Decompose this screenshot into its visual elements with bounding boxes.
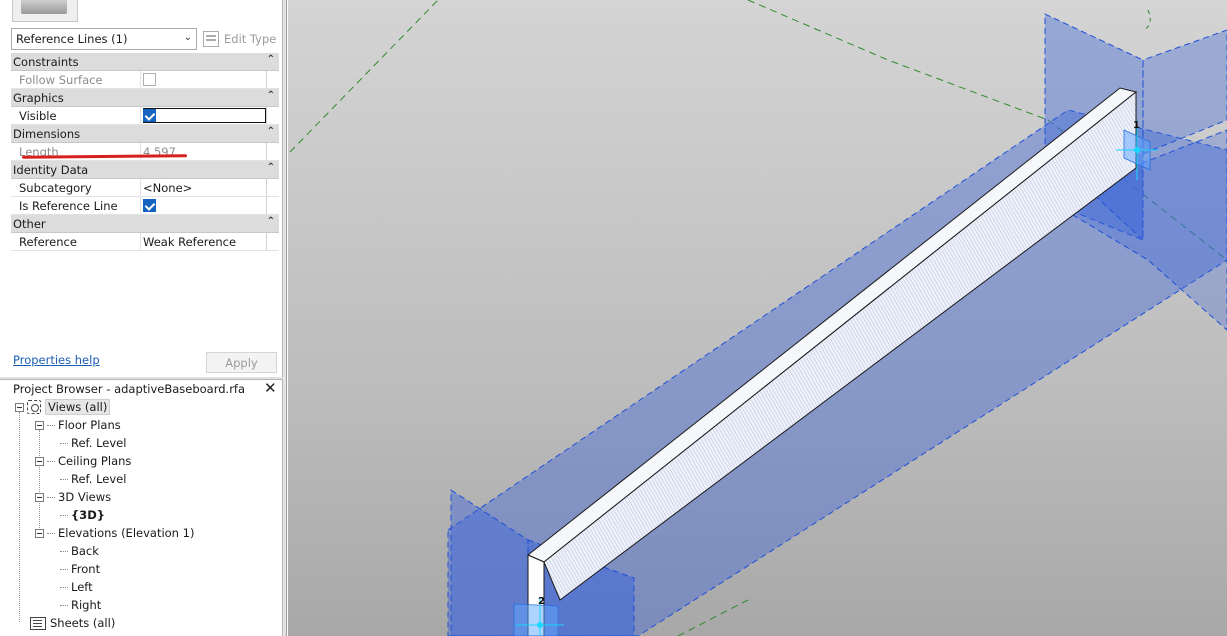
tree-label: 3D Views [58,490,112,504]
follow-surface-checkbox [143,73,156,86]
apply-button[interactable]: Apply [206,352,277,373]
edit-type-label: Edit Type [224,32,277,46]
project-browser-title: Project Browser - adaptiveBaseboard.rfa [13,382,246,396]
views-icon [27,400,41,414]
left-panel: Reference Lines (1) ⌄ Edit Type Constrai… [0,0,283,636]
tree-item-right[interactable]: Right [60,596,101,614]
ref-dash-line [1143,9,1151,31]
collapse-icon[interactable] [35,492,44,502]
prop-row-reference: Reference Weak Reference [11,233,279,251]
reference-value[interactable]: Weak Reference [141,233,267,250]
prop-name: Follow Surface [11,71,141,88]
collapse-icon[interactable]: ⌃ [267,90,275,101]
collapse-icon[interactable]: ⌃ [267,162,275,173]
tree-label: Ref. Level [71,436,127,450]
prop-row-follow-surface: Follow Surface [11,71,279,89]
group-constraints[interactable]: Constraints ⌃ [11,53,279,71]
tree-label: Right [71,598,102,612]
tree-label: {3D} [71,508,105,522]
collapse-icon[interactable] [35,528,44,538]
tree-item-3d[interactable]: {3D} [60,506,105,524]
point-label-1: 1 [1133,120,1140,131]
tree-item-floor-ref-level[interactable]: Ref. Level [60,434,126,452]
properties-grid: Constraints ⌃ Follow Surface Graphics ⌃ … [11,53,279,251]
group-title: Graphics [13,90,64,105]
chevron-down-icon: ⌄ [183,32,192,43]
tree-label: Left [71,580,93,594]
tree-label: Elevations (Elevation 1) [58,526,195,540]
ref-dash-line [747,0,1049,121]
type-selector-label: Reference Lines (1) [16,32,128,46]
tree-item-elevations[interactable]: Elevations (Elevation 1) [35,524,194,542]
group-title: Dimensions [13,126,81,141]
group-dimensions[interactable]: Dimensions ⌃ [11,125,279,143]
ref-dash-line [677,599,749,636]
tree-item-floor-plans[interactable]: Floor Plans [35,416,121,434]
collapse-icon[interactable]: ⌃ [267,54,275,65]
group-title: Identity Data [13,162,89,177]
prop-row-visible: Visible [11,107,279,125]
panel-splitter[interactable] [283,0,287,636]
collapse-icon[interactable]: ⌃ [267,216,275,227]
prop-name: Is Reference Line [11,197,141,214]
tree-item-left[interactable]: Left [60,578,93,596]
group-graphics[interactable]: Graphics ⌃ [11,89,279,107]
collapse-icon[interactable] [35,456,44,466]
properties-help-link[interactable]: Properties help [13,353,100,367]
group-identity-data[interactable]: Identity Data ⌃ [11,161,279,179]
tree-label: Floor Plans [58,418,121,432]
tree-item-3d-views[interactable]: 3D Views [35,488,111,506]
is-reference-line-checkbox[interactable] [143,199,156,212]
visible-checkbox[interactable] [143,109,156,122]
group-title: Constraints [13,54,79,69]
collapse-icon[interactable] [35,420,44,430]
focus-box [143,108,266,123]
prop-name: Subcategory [11,179,141,196]
close-icon[interactable]: ✕ [264,379,277,397]
prop-name: Visible [11,107,141,124]
tree-item-ceiling-ref-level[interactable]: Ref. Level [60,470,126,488]
tree-item-ceiling-plans[interactable]: Ceiling Plans [35,452,131,470]
prop-row-subcategory: Subcategory <None> [11,179,279,197]
tree-label: Sheets (all) [50,616,116,630]
tree-item-front[interactable]: Front [60,560,100,578]
tree-label: Ref. Level [71,472,127,486]
tree-item-sheets-all[interactable]: Sheets (all) [30,614,115,632]
tree-item-views-all[interactable]: Views (all) [15,398,111,416]
ref-dash-line [289,0,439,153]
edit-type-button[interactable]: Edit Type [203,29,276,49]
collapse-icon[interactable]: ⌃ [267,126,275,137]
3d-viewport[interactable]: 1 2 [288,0,1227,636]
prop-row-is-reference-line: Is Reference Line [11,197,279,215]
type-thumbnail [12,0,78,22]
type-selector[interactable]: Reference Lines (1) ⌄ [11,28,197,50]
group-other[interactable]: Other ⌃ [11,215,279,233]
sheets-icon [30,616,46,630]
group-title: Other [13,216,46,231]
tree-label: Views (all) [45,399,111,415]
tree-item-back[interactable]: Back [60,542,99,560]
tree-label: Front [71,562,101,576]
tree-label: Ceiling Plans [58,454,132,468]
viewport-canvas: 1 2 [289,0,1227,636]
panel-separator[interactable] [0,377,283,380]
tree-label: Back [71,544,99,558]
edit-type-icon [203,31,219,47]
subcategory-value[interactable]: <None> [141,179,267,196]
point-label-2: 2 [538,596,545,607]
collapse-icon[interactable] [15,402,24,412]
prop-name: Reference [11,233,141,250]
